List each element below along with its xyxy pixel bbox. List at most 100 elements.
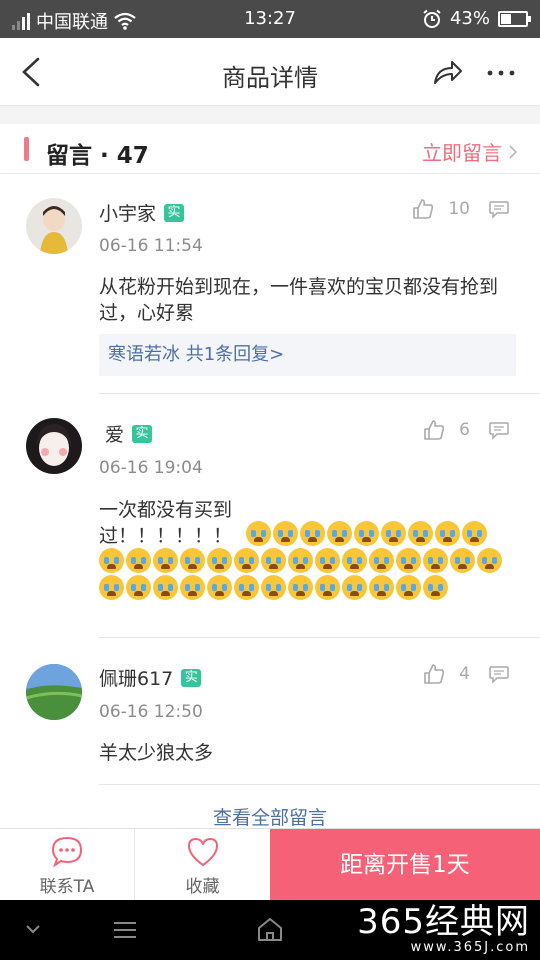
- comment-bubble-icon[interactable]: [488, 419, 510, 441]
- emoji-row: [99, 548, 514, 600]
- crying-face-emoji: [273, 521, 298, 546]
- crying-face-emoji: [180, 575, 205, 600]
- comment-text: 从花粉开始到现在，一件喜欢的宝贝都没有抢到过，心好累: [99, 276, 499, 324]
- view-all-comments-link[interactable]: 查看全部留言: [0, 803, 540, 830]
- system-nav-bar: 365经典网 www.365J.com: [0, 900, 540, 960]
- crying-face-emoji: [396, 575, 421, 600]
- crying-face-emoji: [99, 548, 124, 573]
- thumbs-up-icon: [413, 199, 434, 219]
- crying-face-emoji: [126, 575, 151, 600]
- leave-comment-label: 立即留言: [422, 141, 502, 165]
- comment-bubble-icon[interactable]: [488, 663, 510, 685]
- avatar[interactable]: [26, 198, 82, 254]
- crying-face-emoji: [234, 548, 259, 573]
- comment-text: 一次都没有买到过！！！！！！: [99, 499, 233, 547]
- contact-label: 联系TA: [39, 877, 95, 897]
- verified-badge: 实: [181, 668, 202, 687]
- heart-icon: [187, 838, 218, 866]
- leave-comment-link[interactable]: 立即留言: [422, 137, 518, 166]
- like-count: 10: [448, 199, 470, 219]
- comment-author[interactable]: 爱 实: [105, 420, 153, 447]
- like-button[interactable]: 10: [412, 198, 470, 220]
- crying-face-emoji: [207, 548, 232, 573]
- home-icon[interactable]: [256, 916, 284, 942]
- author-name: 佩珊617: [99, 668, 174, 690]
- crying-face-emoji: [369, 548, 394, 573]
- like-button[interactable]: 6: [423, 419, 470, 441]
- crying-face-emoji: [126, 548, 151, 573]
- section-marker: [24, 137, 29, 161]
- crying-face-emoji: [396, 548, 421, 573]
- alarm-icon: [423, 9, 441, 28]
- comment-time: 06-16 12:50: [99, 702, 203, 722]
- contact-button[interactable]: 联系TA: [0, 829, 135, 901]
- chevron-right-icon: [509, 144, 518, 159]
- section-gap: [0, 106, 540, 124]
- watermark-url: www.365J.com: [410, 940, 530, 955]
- crying-face-emoji: [153, 548, 178, 573]
- crying-face-emoji: [288, 548, 313, 573]
- comment-item: 小宇家 实 10 06-16 11:54 从花粉开始到现在，一件喜欢的宝贝都没有…: [0, 174, 540, 394]
- comment-time: 06-16 11:54: [99, 236, 203, 256]
- comment-author[interactable]: 小宇家 实: [99, 199, 185, 226]
- thumbs-up-icon: [424, 420, 445, 440]
- share-icon[interactable]: [430, 56, 464, 90]
- status-bar: 中国联通 13:27 43%: [0, 0, 540, 38]
- crying-face-emoji: [234, 575, 259, 600]
- comments-title: 留言 · 47: [46, 143, 149, 169]
- comment-bubble-icon[interactable]: [488, 198, 510, 220]
- crying-face-emoji: [246, 521, 271, 546]
- crying-face-emoji: [477, 548, 502, 573]
- comment-text: 羊太少狼太多: [99, 742, 214, 764]
- crying-face-emoji: [423, 548, 448, 573]
- crying-face-emoji: [369, 575, 394, 600]
- crying-face-emoji: [408, 521, 433, 546]
- comment-author[interactable]: 佩珊617 实: [99, 664, 202, 691]
- author-name: 爱: [105, 424, 125, 446]
- like-count: 4: [459, 664, 470, 684]
- crying-face-emoji: [315, 575, 340, 600]
- crying-face-emoji: [327, 521, 352, 546]
- chevron-down-icon[interactable]: [24, 922, 42, 936]
- verified-badge: 实: [132, 424, 153, 443]
- comment-item: 佩珊617 实 4 06-16 12:50 羊太少狼太多: [0, 638, 540, 785]
- like-count: 6: [459, 420, 470, 440]
- comment-time: 06-16 19:04: [99, 458, 203, 478]
- divider: [99, 784, 540, 785]
- sale-countdown-button[interactable]: 距离开售1天: [270, 829, 540, 901]
- reply-summary[interactable]: 寒语若冰 共1条回复>: [99, 334, 516, 376]
- chat-bubble-icon: [51, 836, 83, 868]
- verified-badge: 实: [164, 203, 185, 222]
- crying-face-emoji: [342, 575, 367, 600]
- comments-header: 留言 · 47 立即留言: [0, 124, 540, 174]
- crying-face-emoji: [261, 548, 286, 573]
- crying-face-emoji: [450, 548, 475, 573]
- crying-face-emoji: [435, 521, 460, 546]
- avatar[interactable]: [26, 664, 82, 720]
- favorite-button[interactable]: 收藏: [135, 829, 270, 901]
- like-button[interactable]: 4: [423, 663, 470, 685]
- comment-item: 爱 实 6 06-16 19:04 一次都没有买到过！！！！！！: [0, 394, 540, 638]
- crying-face-emoji: [381, 521, 406, 546]
- author-name: 小宇家: [99, 203, 157, 225]
- emoji-row: [246, 521, 496, 546]
- crying-face-emoji: [342, 548, 367, 573]
- battery-icon: [498, 10, 531, 27]
- battery-percent: 43%: [449, 8, 490, 29]
- crying-face-emoji: [207, 575, 232, 600]
- avatar[interactable]: [26, 418, 82, 474]
- crying-face-emoji: [423, 575, 448, 600]
- menu-icon[interactable]: [112, 920, 138, 940]
- watermark: 365经典网 www.365J.com: [357, 902, 530, 955]
- watermark-title: 365经典网: [357, 902, 530, 942]
- more-icon[interactable]: [484, 56, 518, 90]
- crying-face-emoji: [180, 548, 205, 573]
- crying-face-emoji: [300, 521, 325, 546]
- crying-face-emoji: [99, 575, 124, 600]
- favorite-label: 收藏: [185, 877, 220, 897]
- crying-face-emoji: [261, 575, 286, 600]
- bottom-action-bar: 联系TA 收藏 距离开售1天: [0, 828, 540, 901]
- crying-face-emoji: [153, 575, 178, 600]
- crying-face-emoji: [354, 521, 379, 546]
- crying-face-emoji: [288, 575, 313, 600]
